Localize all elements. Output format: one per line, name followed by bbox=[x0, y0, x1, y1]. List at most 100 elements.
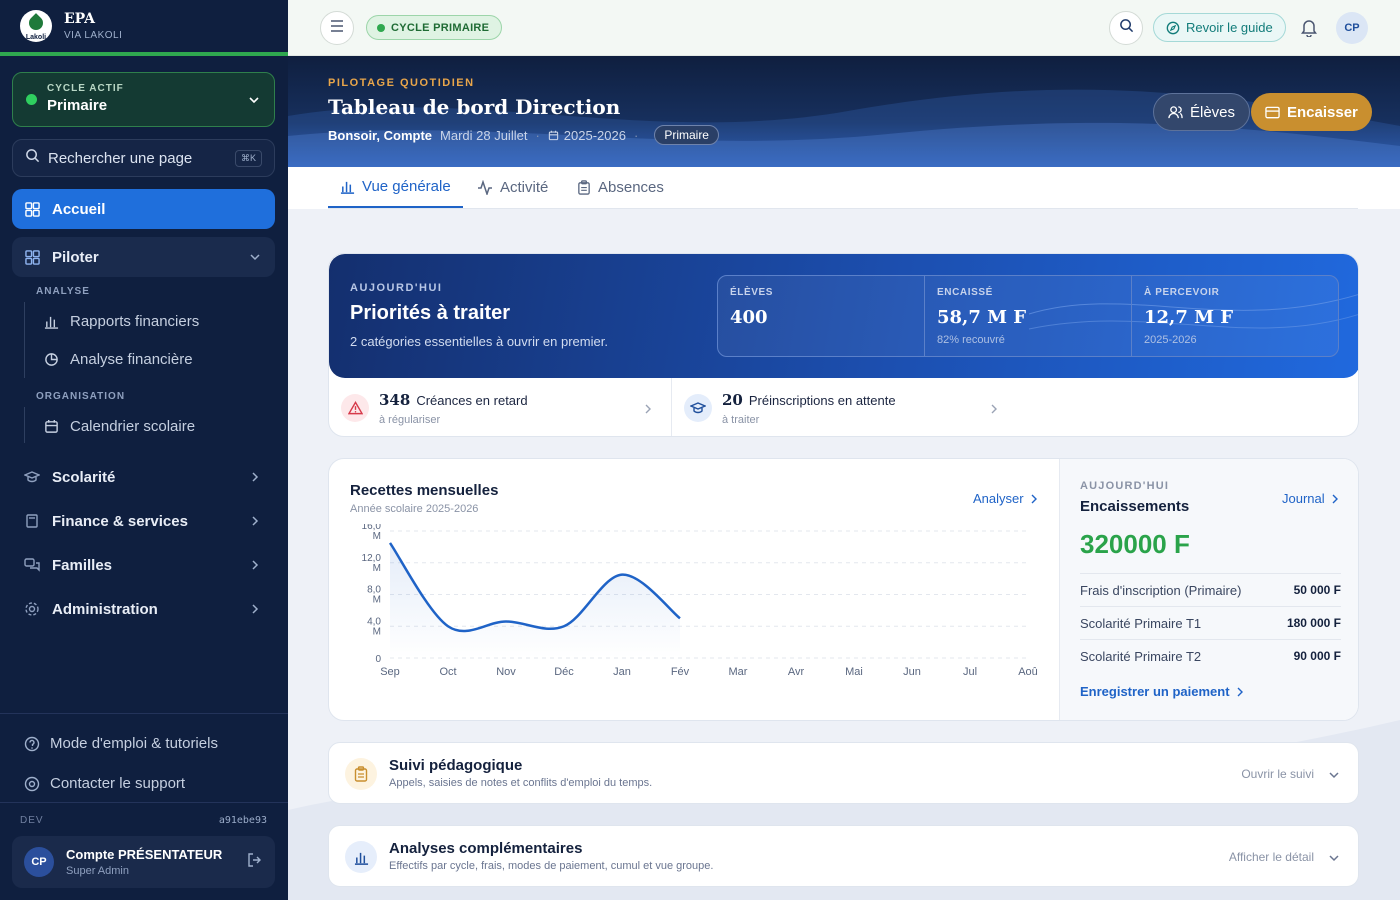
sidebar-item-calendrier[interactable]: Calendrier scolaire bbox=[44, 418, 195, 435]
x-tick-label: Jul bbox=[963, 666, 977, 678]
chevron-right-icon bbox=[249, 514, 261, 531]
users-icon bbox=[1168, 105, 1183, 120]
page-title: Tableau de bord Direction bbox=[328, 95, 621, 119]
bar-chart-icon bbox=[340, 179, 355, 194]
greeting: Bonsoir, Compte bbox=[328, 127, 433, 143]
divider bbox=[0, 802, 288, 803]
search-placeholder: Rechercher une page bbox=[48, 149, 193, 167]
bar-chart-icon bbox=[345, 841, 377, 873]
pie-chart-icon bbox=[44, 352, 60, 368]
analyses-complementaires-section[interactable]: Analyses complémentaires Effectifs par c… bbox=[328, 825, 1359, 887]
encaissements-panel: AUJOURD'HUI Encaissements Journal 320000… bbox=[1059, 459, 1358, 720]
page-meta: Bonsoir, Compte Mardi 28 Juillet · 2025-… bbox=[328, 125, 719, 145]
brand[interactable]: Lakoli EPA VIA LAKOLI bbox=[0, 0, 288, 56]
bar-chart-icon bbox=[44, 314, 60, 330]
journal-link[interactable]: Journal bbox=[1282, 491, 1339, 506]
sidebar-item-label: Accueil bbox=[52, 200, 106, 218]
calendar-icon bbox=[548, 130, 559, 141]
graduation-cap-icon bbox=[24, 469, 40, 485]
chevron-right-icon bbox=[1030, 494, 1038, 504]
chevron-down-icon bbox=[1328, 851, 1340, 869]
status-dot bbox=[26, 94, 37, 105]
kpi-encaisse: ENCAISSÉ 58,7 M F 82% recouvré bbox=[925, 276, 1132, 356]
search-icon bbox=[25, 148, 40, 168]
avatar[interactable]: CP bbox=[1336, 12, 1368, 44]
section-label-organisation: ORGANISATION bbox=[36, 391, 126, 402]
credit-card-icon bbox=[1265, 106, 1280, 119]
chevron-down-icon bbox=[249, 250, 261, 267]
analyze-link[interactable]: Analyser bbox=[973, 491, 1038, 506]
chevron-down-icon bbox=[1328, 768, 1340, 786]
x-tick-label: Nov bbox=[496, 666, 516, 678]
section-subtitle: Appels, saisies de notes et conflits d'e… bbox=[389, 777, 653, 789]
list-item: Scolarité Primaire T2 90 000 F bbox=[1080, 639, 1341, 672]
sidebar-item-accueil[interactable]: Accueil bbox=[12, 189, 275, 229]
sidebar-item-finance[interactable]: Finance & services bbox=[12, 501, 275, 541]
sidebar-item-rapports-financiers[interactable]: Rapports financiers bbox=[44, 313, 199, 330]
sidebar-item-label: Piloter bbox=[52, 248, 99, 266]
search-button[interactable] bbox=[1109, 11, 1143, 45]
chevron-right-icon bbox=[1236, 687, 1244, 697]
sidebar-item-piloter[interactable]: Piloter bbox=[12, 237, 275, 277]
suivi-pedagogique-section[interactable]: Suivi pédagogique Appels, saisies de not… bbox=[328, 742, 1359, 804]
kpi-eleves: ÉLÈVES 400 bbox=[718, 276, 925, 356]
tab-activite[interactable]: Activité bbox=[477, 167, 548, 208]
sidebar-item-familles[interactable]: Familles bbox=[12, 545, 275, 585]
y-tick-label: 16,0 M bbox=[362, 524, 382, 542]
user-card[interactable]: CP Compte PRÉSENTATEUR Super Admin bbox=[12, 836, 275, 888]
tab-bar: Vue générale Activité Absences bbox=[288, 167, 1400, 209]
menu-toggle-button[interactable] bbox=[320, 11, 354, 45]
priority-creances[interactable]: 348 Créances en retard à régulariser bbox=[329, 378, 672, 436]
register-payment-link[interactable]: Enregistrer un paiement bbox=[1080, 684, 1244, 699]
chevron-right-icon bbox=[249, 470, 261, 487]
page-kicker: PILOTAGE QUOTIDIEN bbox=[328, 77, 475, 89]
divider bbox=[0, 713, 288, 714]
x-tick-label: Mar bbox=[729, 666, 748, 678]
y-tick-label: 4,0 M bbox=[367, 616, 381, 637]
clipboard-icon bbox=[577, 180, 591, 195]
section-label-analyse: ANALYSE bbox=[36, 286, 90, 297]
priorities-title: Priorités à traiter bbox=[350, 302, 511, 324]
hamburger-icon bbox=[330, 19, 344, 37]
tab-vue-generale[interactable]: Vue générale bbox=[328, 167, 463, 208]
guide-button[interactable]: Revoir le guide bbox=[1153, 13, 1286, 42]
shortcut-badge: ⌘K bbox=[234, 149, 262, 167]
topbar: CYCLE PRIMAIRE Revoir le guide CP bbox=[288, 0, 1400, 56]
brand-title: EPA bbox=[64, 11, 96, 27]
cycle-badge: CYCLE PRIMAIRE bbox=[366, 15, 503, 40]
chevron-right-icon bbox=[643, 402, 653, 420]
tab-absences[interactable]: Absences bbox=[577, 167, 664, 208]
lifebuoy-icon bbox=[24, 776, 40, 792]
avatar: CP bbox=[24, 847, 54, 877]
list-item: Scolarité Primaire T1 180 000 F bbox=[1080, 606, 1341, 639]
help-link[interactable]: Mode d'emploi & tutoriels bbox=[24, 735, 218, 752]
y-tick-label: 0 bbox=[375, 654, 381, 665]
section-action: Afficher le détail bbox=[1228, 850, 1314, 864]
sidebar-item-administration[interactable]: Administration bbox=[12, 589, 275, 629]
y-tick-label: 12,0 M bbox=[362, 553, 382, 574]
lakoli-logo: Lakoli bbox=[20, 10, 52, 42]
collect-payment-button[interactable]: Encaisser bbox=[1251, 93, 1372, 131]
priority-preinscriptions[interactable]: 20 Préinscriptions en attente à traiter bbox=[672, 378, 1017, 436]
sidebar-item-analyse-financiere[interactable]: Analyse financière bbox=[44, 351, 193, 368]
active-cycle-selector[interactable]: CYCLE ACTIF Primaire bbox=[12, 72, 275, 127]
cycle-label: CYCLE ACTIF bbox=[47, 83, 124, 94]
panel-title: Encaissements bbox=[1080, 498, 1190, 515]
user-role: Super Admin bbox=[66, 865, 129, 877]
x-tick-label: Déc bbox=[554, 666, 574, 678]
submenu-line bbox=[24, 407, 25, 443]
sidebar-item-scolarite[interactable]: Scolarité bbox=[12, 457, 275, 497]
graduation-cap-icon bbox=[684, 394, 712, 422]
build-hash: a91ebe93 bbox=[218, 815, 267, 826]
activity-icon bbox=[477, 180, 493, 195]
chevron-right-icon bbox=[989, 402, 999, 420]
support-link[interactable]: Contacter le support bbox=[24, 775, 185, 792]
page-header: PILOTAGE QUOTIDIEN Tableau de bord Direc… bbox=[288, 56, 1400, 167]
dashboard-icon bbox=[24, 201, 40, 217]
list-item: Frais d'inscription (Primaire) 50 000 F bbox=[1080, 573, 1341, 606]
bell-icon[interactable] bbox=[1300, 18, 1318, 42]
students-button[interactable]: Élèves bbox=[1153, 93, 1251, 131]
logout-icon[interactable] bbox=[247, 852, 263, 873]
page-search[interactable]: Rechercher une page ⌘K bbox=[12, 139, 275, 177]
x-tick-label: Jan bbox=[613, 666, 631, 678]
